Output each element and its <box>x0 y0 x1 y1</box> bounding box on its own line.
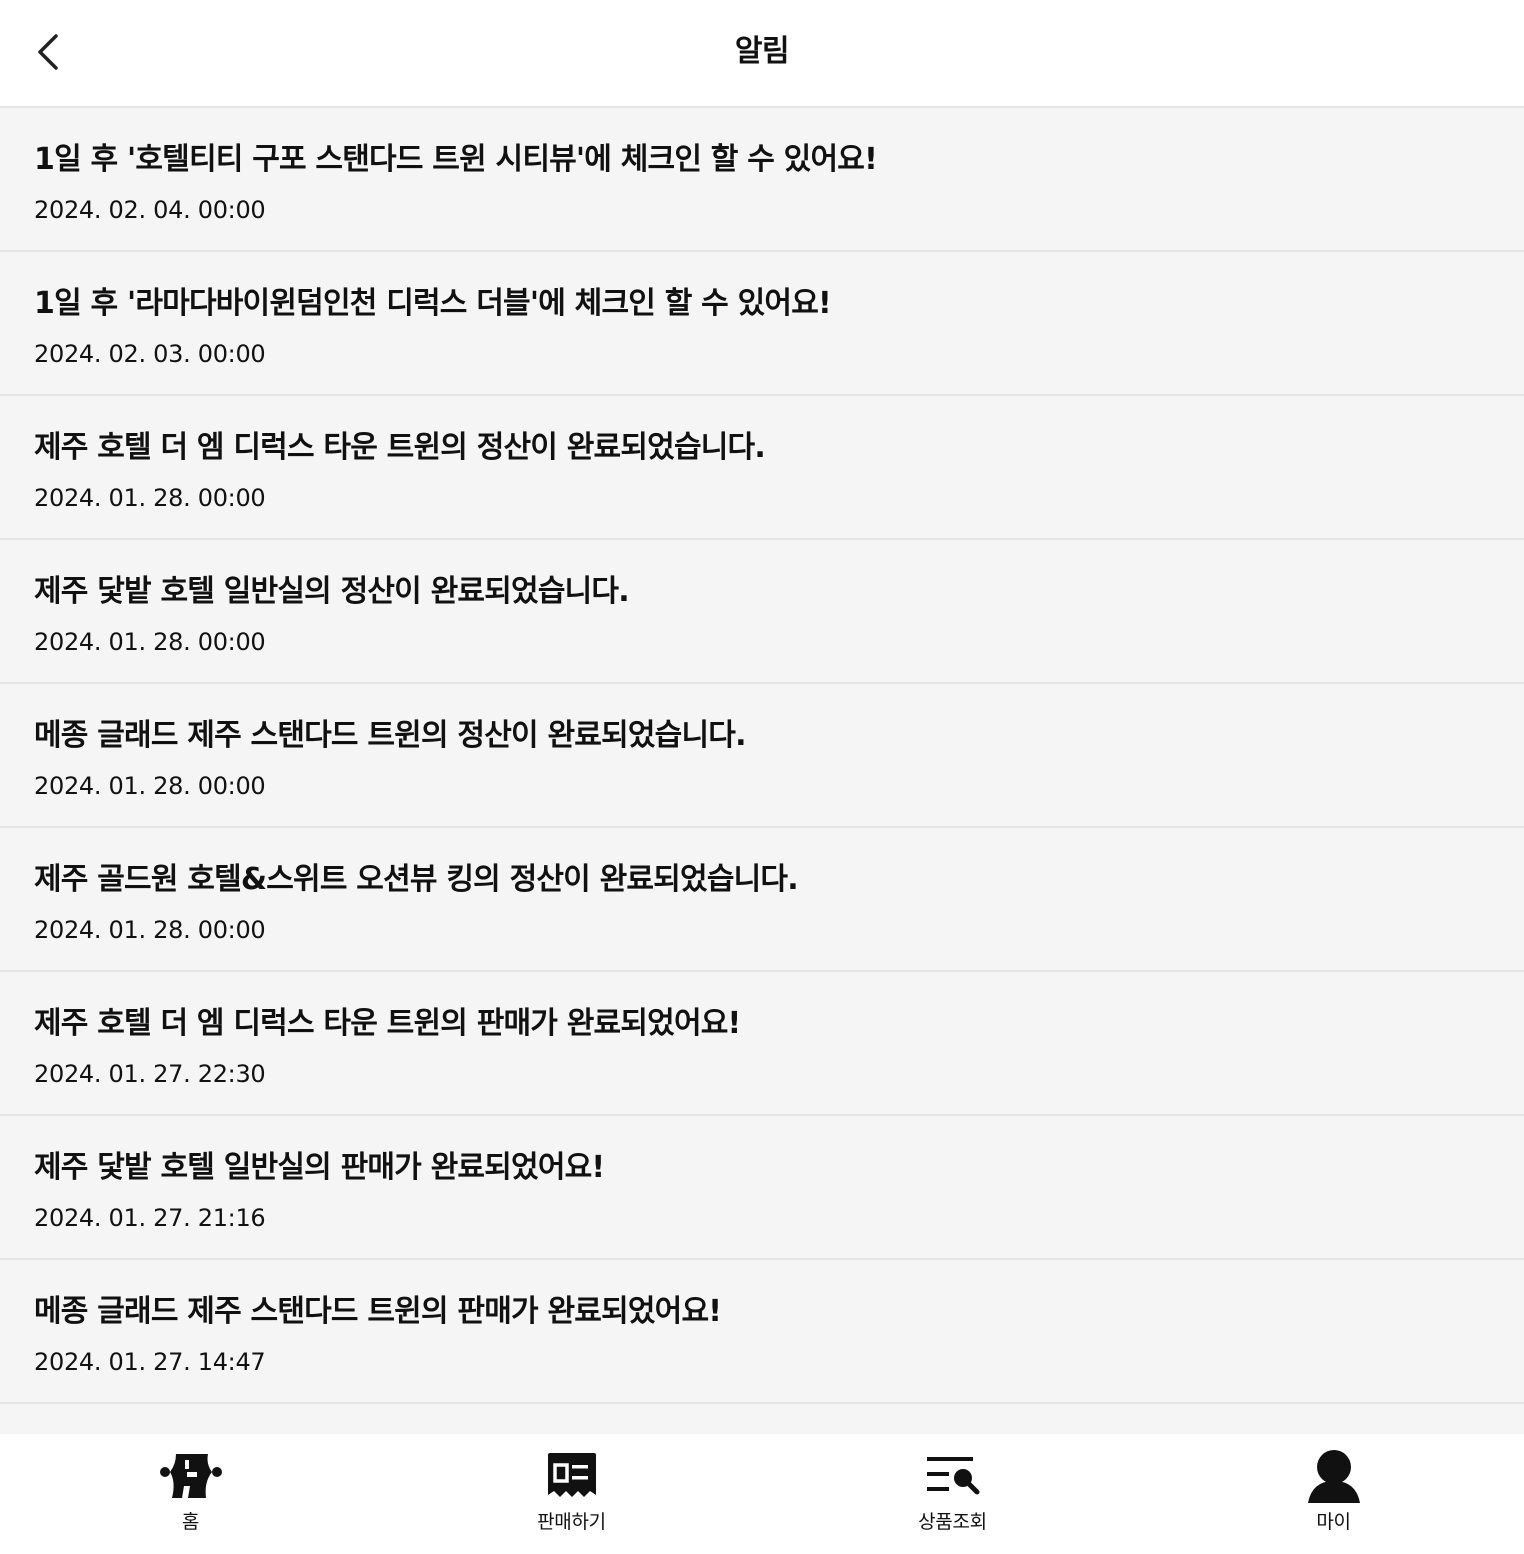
bottom-tab-bar: 홈 판매하기 상품조회 마이 <box>0 1434 1524 1554</box>
notification-title: 1일 후 '라마다바이윈덤인천 디럭스 더블'에 체크인 할 수 있어요! <box>34 286 832 321</box>
notification-list[interactable]: 1일 후 '호텔티티 구포 스탠다드 트윈 시티뷰'에 체크인 할 수 있어요!… <box>0 108 1524 1434</box>
notification-item[interactable]: 1일 후 '호텔티티 구포 스탠다드 트윈 시티뷰'에 체크인 할 수 있어요!… <box>0 108 1524 252</box>
notification-title: 제주 골드원 호텔&스위트 오션뷰 킹의 정산이 완료되었습니다. <box>34 862 799 897</box>
notification-title: 제주 호텔 더 엠 디럭스 타운 트윈의 정산이 완료되었습니다. <box>34 430 766 465</box>
notification-date: 2024. 02. 04. 00:00 <box>34 196 266 224</box>
tab-label: 상품조회 <box>918 1511 987 1533</box>
notification-date: 2024. 01. 28. 00:00 <box>34 772 266 800</box>
notification-item[interactable]: 제주 호텔 더 엠 디럭스 타운 트윈의 판매가 완료되었어요! 2024. 0… <box>0 972 1524 1116</box>
notification-item[interactable]: 제주 호텔 더 엠 디럭스 타운 트윈의 정산이 완료되었습니다. 2024. … <box>0 396 1524 540</box>
notification-item[interactable]: 제주 골드원 호텔&스위트 오션뷰 킹의 정산이 완료되었습니다. 2024. … <box>0 828 1524 972</box>
notification-date: 2024. 01. 28. 00:00 <box>34 628 266 656</box>
tab-label: 홈 <box>181 1511 200 1533</box>
list-search-icon <box>921 1448 985 1504</box>
tab-home[interactable]: 홈 <box>0 1434 381 1554</box>
notification-item[interactable]: 메종 글래드 제주 스탠다드 트윈의 판매가 완료되었어요! 2024. 01.… <box>0 1260 1524 1404</box>
sell-receipt-icon <box>540 1448 604 1504</box>
tab-label: 판매하기 <box>537 1511 606 1533</box>
notification-title: 메종 글래드 제주 스탠다드 트윈의 정산이 완료되었습니다. <box>34 718 746 753</box>
tab-my[interactable]: 마이 <box>1143 1434 1524 1554</box>
notification-item[interactable]: 1일 후 '라마다바이윈덤인천 디럭스 더블'에 체크인 할 수 있어요! 20… <box>0 252 1524 396</box>
notification-item[interactable]: 제주 닻밭 호텔 일반실의 정산이 완료되었습니다. 2024. 01. 28.… <box>0 540 1524 684</box>
notification-title: 제주 호텔 더 엠 디럭스 타운 트윈의 판매가 완료되었어요! <box>34 1006 741 1041</box>
notification-date: 2024. 02. 03. 00:00 <box>34 340 266 368</box>
notifications-screen: 알림 1일 후 '호텔티티 구포 스탠다드 트윈 시티뷰'에 체크인 할 수 있… <box>0 0 1524 1554</box>
page-title: 알림 <box>734 34 790 69</box>
notification-item[interactable]: 메종 글래드 제주 스탠다드 트윈의 정산이 완료되었습니다. 2024. 01… <box>0 684 1524 828</box>
notification-date: 2024. 01. 28. 00:00 <box>34 484 266 512</box>
tab-label: 마이 <box>1316 1511 1351 1533</box>
notification-date: 2024. 01. 27. 21:16 <box>34 1204 266 1232</box>
top-app-bar: 알림 <box>0 0 1524 108</box>
person-icon <box>1302 1448 1366 1504</box>
tab-products[interactable]: 상품조회 <box>762 1434 1143 1554</box>
notification-item-partial[interactable] <box>0 1404 1524 1434</box>
tab-sell[interactable]: 판매하기 <box>381 1434 762 1554</box>
notification-title: 제주 닻밭 호텔 일반실의 판매가 완료되었어요! <box>34 1150 605 1185</box>
notification-date: 2024. 01. 27. 14:47 <box>34 1348 266 1376</box>
ticket-icon <box>159 1448 223 1504</box>
notification-title: 제주 닻밭 호텔 일반실의 정산이 완료되었습니다. <box>34 574 630 609</box>
notification-title: 1일 후 '호텔티티 구포 스탠다드 트윈 시티뷰'에 체크인 할 수 있어요! <box>34 142 878 177</box>
notification-title: 메종 글래드 제주 스탠다드 트윈의 판매가 완료되었어요! <box>34 1294 722 1329</box>
notification-date: 2024. 01. 28. 00:00 <box>34 916 266 944</box>
notification-item[interactable]: 제주 닻밭 호텔 일반실의 판매가 완료되었어요! 2024. 01. 27. … <box>0 1116 1524 1260</box>
notification-date: 2024. 01. 27. 22:30 <box>34 1060 266 1088</box>
